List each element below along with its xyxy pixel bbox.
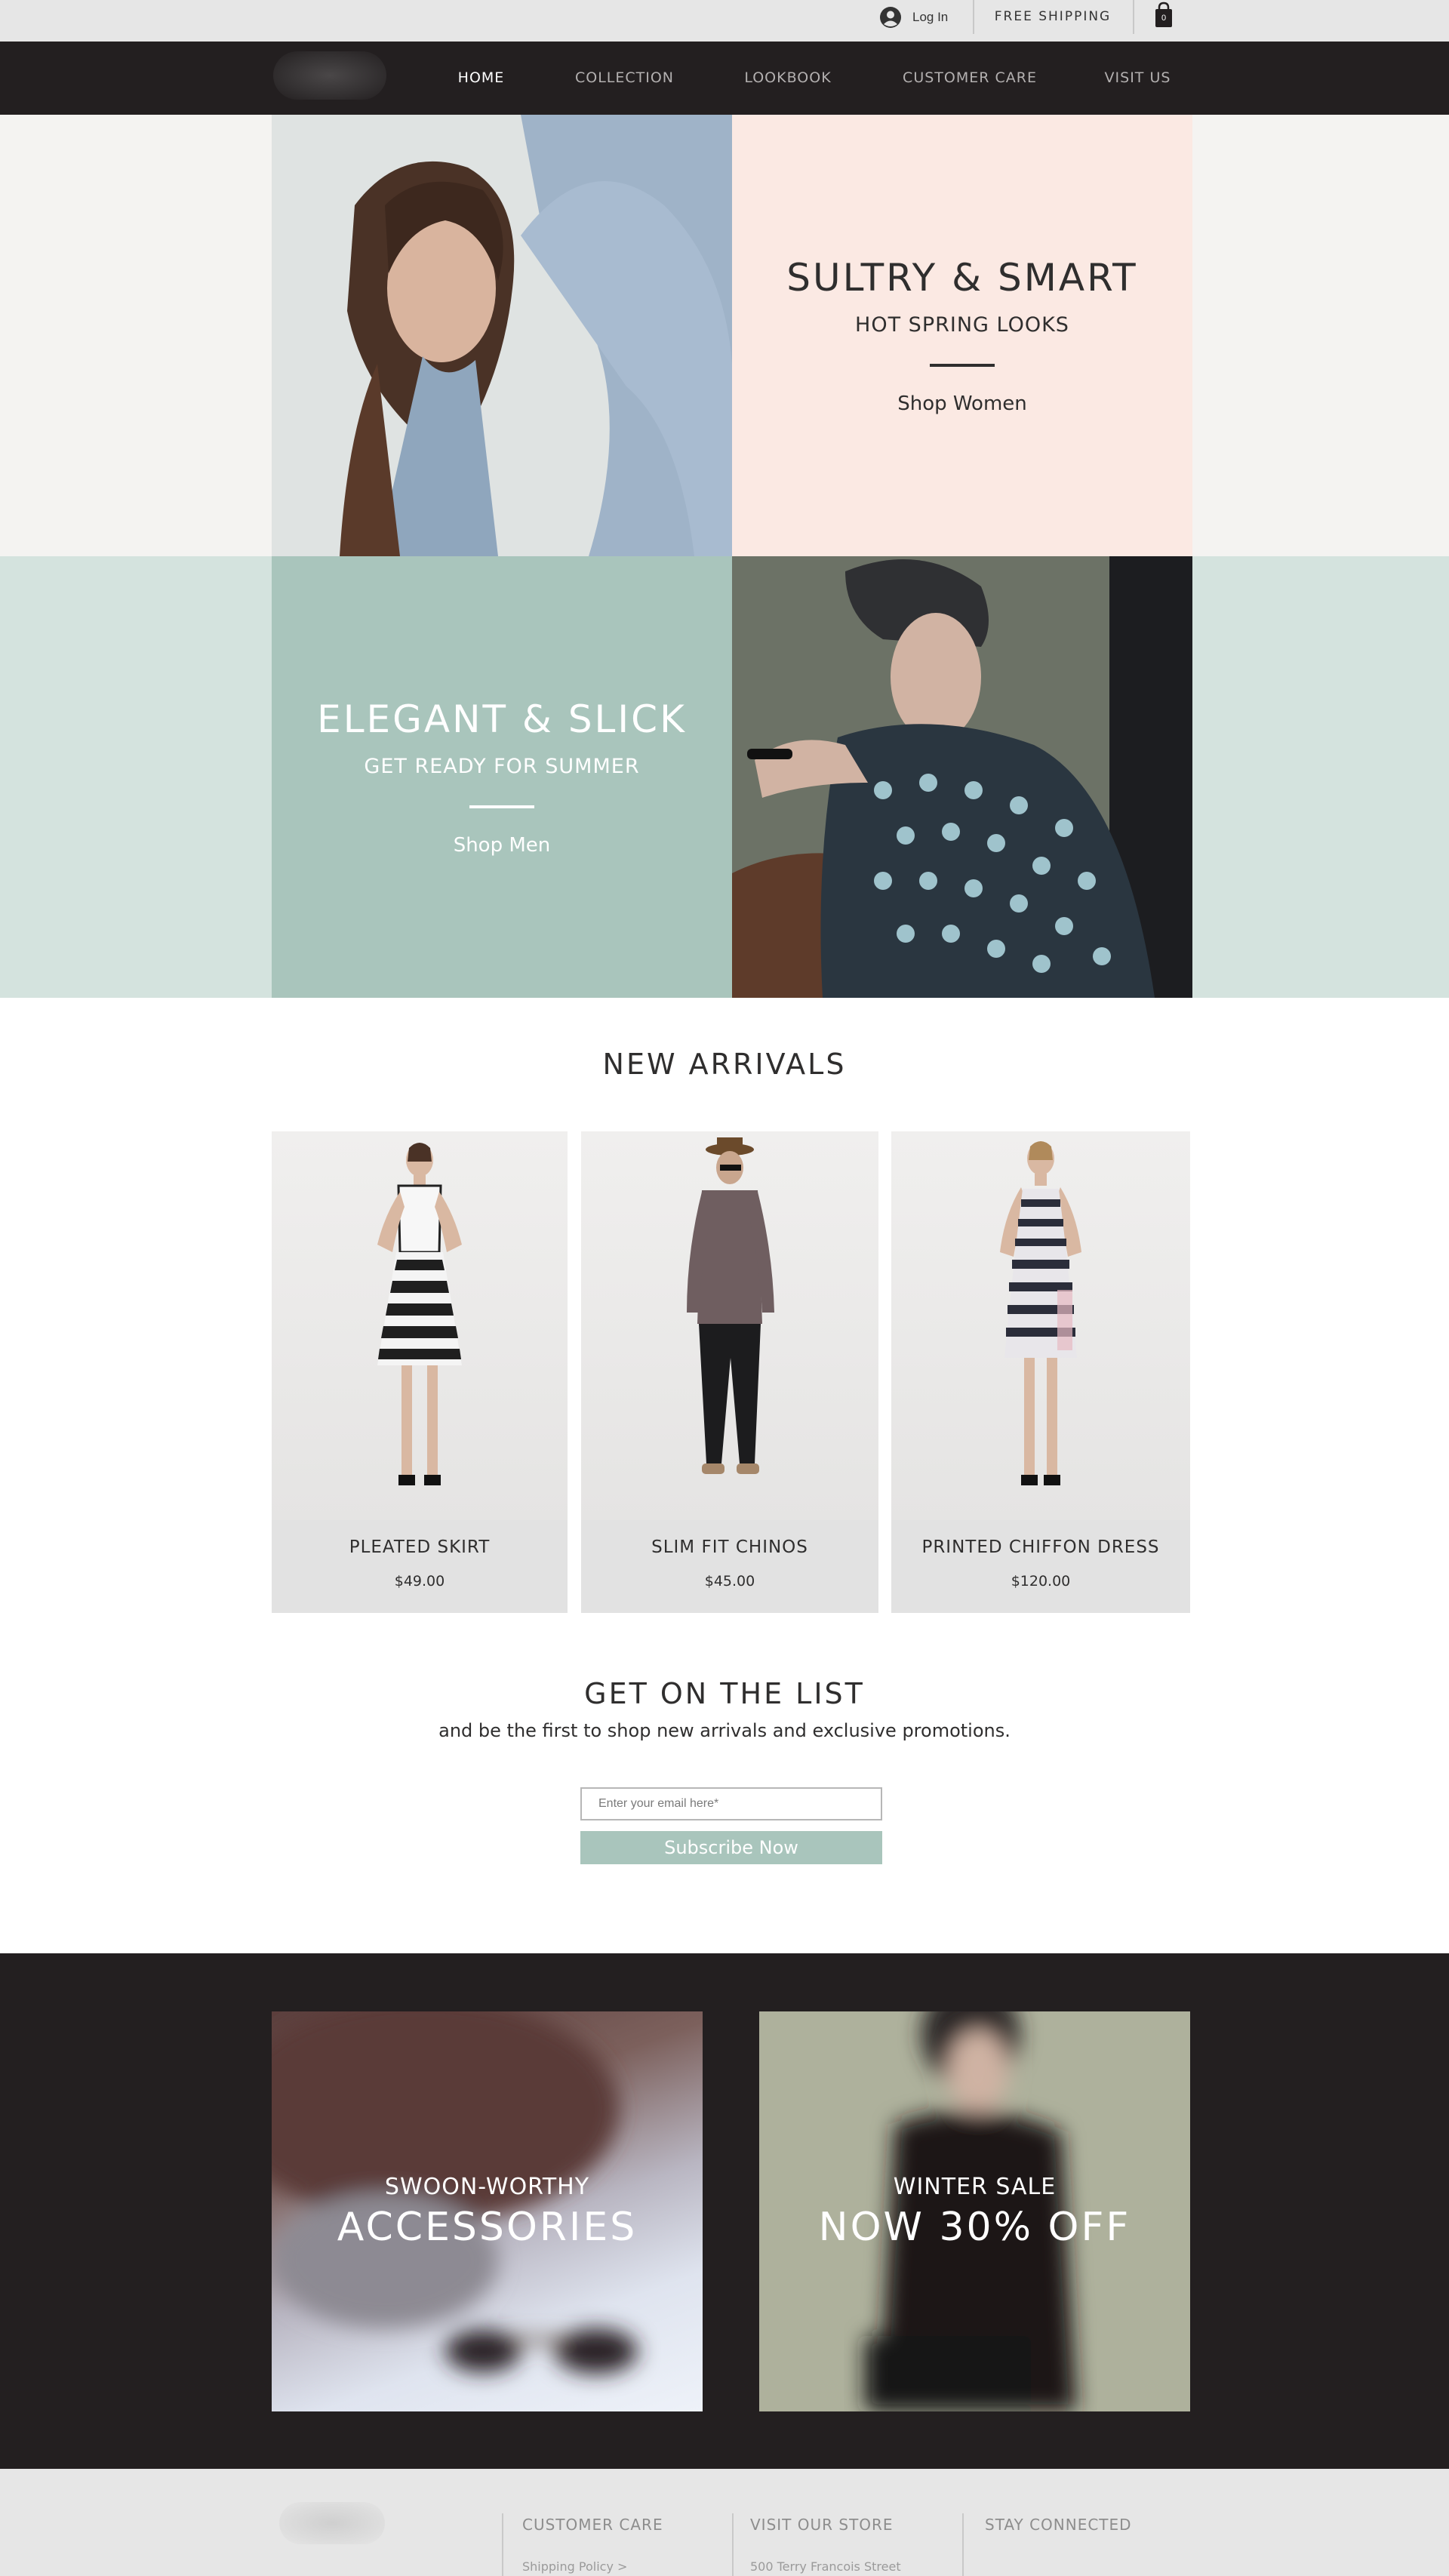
product-image (581, 1131, 878, 1520)
shipping-policy-link[interactable]: Shipping Policy > (522, 2559, 627, 2574)
footer-divider (732, 2513, 734, 2576)
promo-section (0, 1953, 1449, 2469)
product-card[interactable]: PRINTED CHIFFON DRESS $120.00 (891, 1131, 1190, 1613)
main-nav (0, 42, 1449, 115)
footer-logo[interactable] (279, 2502, 385, 2544)
product-price: $49.00 (394, 1573, 445, 1590)
free-shipping-label: FREE SHIPPING (994, 9, 1112, 24)
newsletter-title: GET ON THE LIST (584, 1677, 865, 1710)
footer-stay-connected-heading: STAY CONNECTED (985, 2516, 1132, 2534)
footer-visit-store-heading: VISIT OUR STORE (750, 2516, 894, 2534)
new-arrivals-title: NEW ARRIVALS (602, 1048, 847, 1081)
promo-women-divider (930, 364, 995, 367)
footer-divider (502, 2513, 503, 2576)
product-name: SLIM FIT CHINOS (651, 1537, 808, 1557)
store-address: 500 Terry Francois Street (750, 2559, 901, 2574)
product-name: PLEATED SKIRT (349, 1537, 491, 1557)
product-card[interactable]: SLIM FIT CHINOS $45.00 (581, 1131, 878, 1613)
nav-customer-care[interactable]: CUSTOMER CARE (891, 42, 1049, 115)
top-divider (1133, 0, 1134, 34)
footer-customer-care-heading: CUSTOMER CARE (522, 2516, 663, 2534)
login-label: Log In (912, 9, 949, 24)
product-name: PRINTED CHIFFON DRESS (921, 1537, 1160, 1557)
hero-man-photo (732, 556, 1192, 998)
promo-women-title: SULTRY & SMART (786, 256, 1138, 300)
winter-sale-overline: WINTER SALE (893, 2173, 1057, 2200)
footer-divider (962, 2513, 964, 2576)
accessories-card[interactable]: SWOON-WORTHY ACCESSORIES (272, 2011, 703, 2411)
login-button[interactable]: Log In (879, 0, 948, 34)
woman-figure-illustration (272, 115, 732, 556)
promo-men-subtitle: GET READY FOR SUMMER (364, 755, 640, 778)
cart-count: 0 (1161, 14, 1167, 23)
user-circle-icon (880, 6, 901, 28)
email-input[interactable] (580, 1787, 882, 1820)
nav-visit-us[interactable]: VISIT US (1094, 42, 1181, 115)
top-bar (0, 0, 1449, 42)
cart-button[interactable]: 0 (1152, 2, 1175, 29)
winter-sale-card[interactable]: WINTER SALE NOW 30% OFF (759, 2011, 1190, 2411)
top-divider (973, 0, 974, 34)
winter-sale-title: NOW 30% OFF (818, 2204, 1131, 2250)
nav-home[interactable]: HOME (445, 42, 517, 115)
accessories-overline: SWOON-WORTHY (384, 2173, 590, 2200)
newsletter-subtitle: and be the first to shop new arrivals an… (438, 1720, 1011, 1741)
site-logo[interactable] (273, 51, 386, 100)
product-image (272, 1131, 568, 1520)
shop-women-link[interactable]: Shop Women (897, 392, 1027, 415)
hero-row-women: SULTRY & SMART HOT SPRING LOOKS Shop Wom… (0, 115, 1449, 556)
footer (0, 2469, 1449, 2576)
accessories-title: ACCESSORIES (337, 2204, 638, 2250)
promo-women-subtitle: HOT SPRING LOOKS (855, 313, 1069, 337)
promo-men: ELEGANT & SLICK GET READY FOR SUMMER Sho… (272, 556, 732, 998)
promo-women: SULTRY & SMART HOT SPRING LOOKS Shop Wom… (732, 115, 1192, 556)
shop-men-link[interactable]: Shop Men (454, 834, 551, 857)
product-card[interactable]: PLEATED SKIRT $49.00 (272, 1131, 568, 1613)
skirt-model-illustration (377, 1143, 462, 1485)
product-image (891, 1131, 1190, 1520)
promo-men-divider (469, 805, 534, 808)
product-price: $120.00 (1011, 1573, 1071, 1590)
product-price: $45.00 (704, 1573, 755, 1590)
hero-row-men: ELEGANT & SLICK GET READY FOR SUMMER Sho… (0, 556, 1449, 998)
nav-lookbook[interactable]: LOOKBOOK (732, 42, 844, 115)
man-figure-illustration (732, 556, 1192, 998)
dress-model-illustration (1000, 1141, 1081, 1485)
chinos-model-illustration (687, 1137, 774, 1474)
nav-collection[interactable]: COLLECTION (562, 42, 687, 115)
subscribe-button[interactable]: Subscribe Now (580, 1831, 882, 1864)
hero-woman-photo (272, 115, 732, 556)
promo-men-title: ELEGANT & SLICK (317, 697, 687, 741)
